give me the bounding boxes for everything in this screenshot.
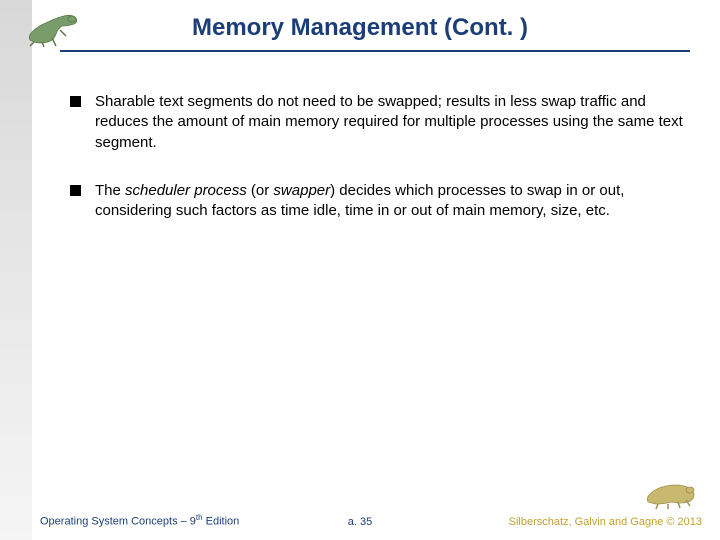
square-bullet-icon — [70, 185, 81, 196]
title-underline — [60, 50, 690, 52]
footer-right: Silberschatz, Galvin and Gagne © 2013 — [509, 516, 702, 528]
slide-title: Memory Management (Cont. ) — [0, 14, 720, 42]
bullet-item: The scheduler process (or swapper) decid… — [70, 181, 690, 222]
slide-body: Sharable text segments do not need to be… — [70, 92, 690, 249]
dinosaur-standing-icon — [642, 474, 702, 510]
bullet-text: The scheduler process (or swapper) decid… — [95, 181, 690, 222]
square-bullet-icon — [70, 96, 81, 107]
bullet-text: Sharable text segments do not need to be… — [95, 92, 690, 153]
left-sidebar — [0, 0, 32, 540]
bullet-item: Sharable text segments do not need to be… — [70, 92, 690, 153]
